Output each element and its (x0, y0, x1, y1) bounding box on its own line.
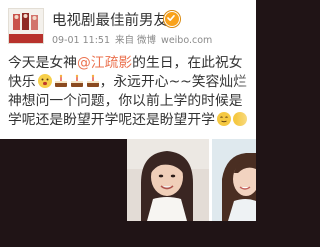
cake-emoji-icon (86, 74, 100, 88)
dark-background-region (256, 0, 320, 247)
cake-emoji-icon (54, 74, 68, 88)
post-meta: 09-01 11:51 来自 微博 weibo.com (52, 32, 217, 46)
post-line-4: 学呢还是盼望开学呢还是盼望开学 (8, 111, 256, 130)
post-line-2-suffix: ，永远开心~~笑容灿烂 (99, 74, 247, 90)
post-line-3: 神想问一个问题，你以前上学的时候是 (8, 93, 243, 109)
cake-emoji-icon (70, 74, 84, 88)
post-line-1: 今天是女神@江疏影的生日，在此祝女 (8, 54, 256, 73)
post-line-1-prefix: 今天是女神 (8, 55, 77, 71)
logo-strip (9, 34, 43, 43)
post-header: 电视剧最佳前男友 09-01 11:51 来自 微博 weibo.com (0, 0, 256, 50)
dark-background-region (0, 139, 127, 247)
mention-link[interactable]: @江疏影 (77, 55, 132, 71)
face-emoji-icon (37, 74, 52, 88)
text-fade (236, 54, 256, 136)
photo-portrait-icon (212, 139, 256, 221)
post-source: 来自 微博 (115, 35, 157, 46)
avatar[interactable] (8, 8, 44, 44)
show-logo-icon (13, 13, 38, 30)
post-image-thumbnail[interactable] (212, 139, 256, 221)
post-line-2: 快乐 ，永远开心~~笑容灿烂 (8, 73, 256, 92)
photo-portrait-icon (127, 139, 209, 221)
post-text: 今天是女神@江疏影的生日，在此祝女 快乐 ，永远开心~~笑容灿烂 神想问一个问题，… (8, 54, 256, 130)
post-line-2-prefix: 快乐 (8, 74, 36, 90)
account-name[interactable]: 电视剧最佳前男友 (52, 9, 168, 30)
dark-background-region (190, 221, 256, 247)
post-image-thumbnail[interactable] (127, 139, 209, 221)
post-line-1-suffix: 的生日，在此祝女 (132, 55, 243, 71)
face-emoji-icon (216, 112, 231, 126)
post-site: weibo.com (161, 35, 213, 46)
post-date[interactable]: 09-01 11:51 (52, 35, 110, 46)
post-line-4-text: 学呢还是盼望开学呢还是盼望开学 (8, 112, 215, 128)
verified-badge-icon (164, 11, 180, 27)
